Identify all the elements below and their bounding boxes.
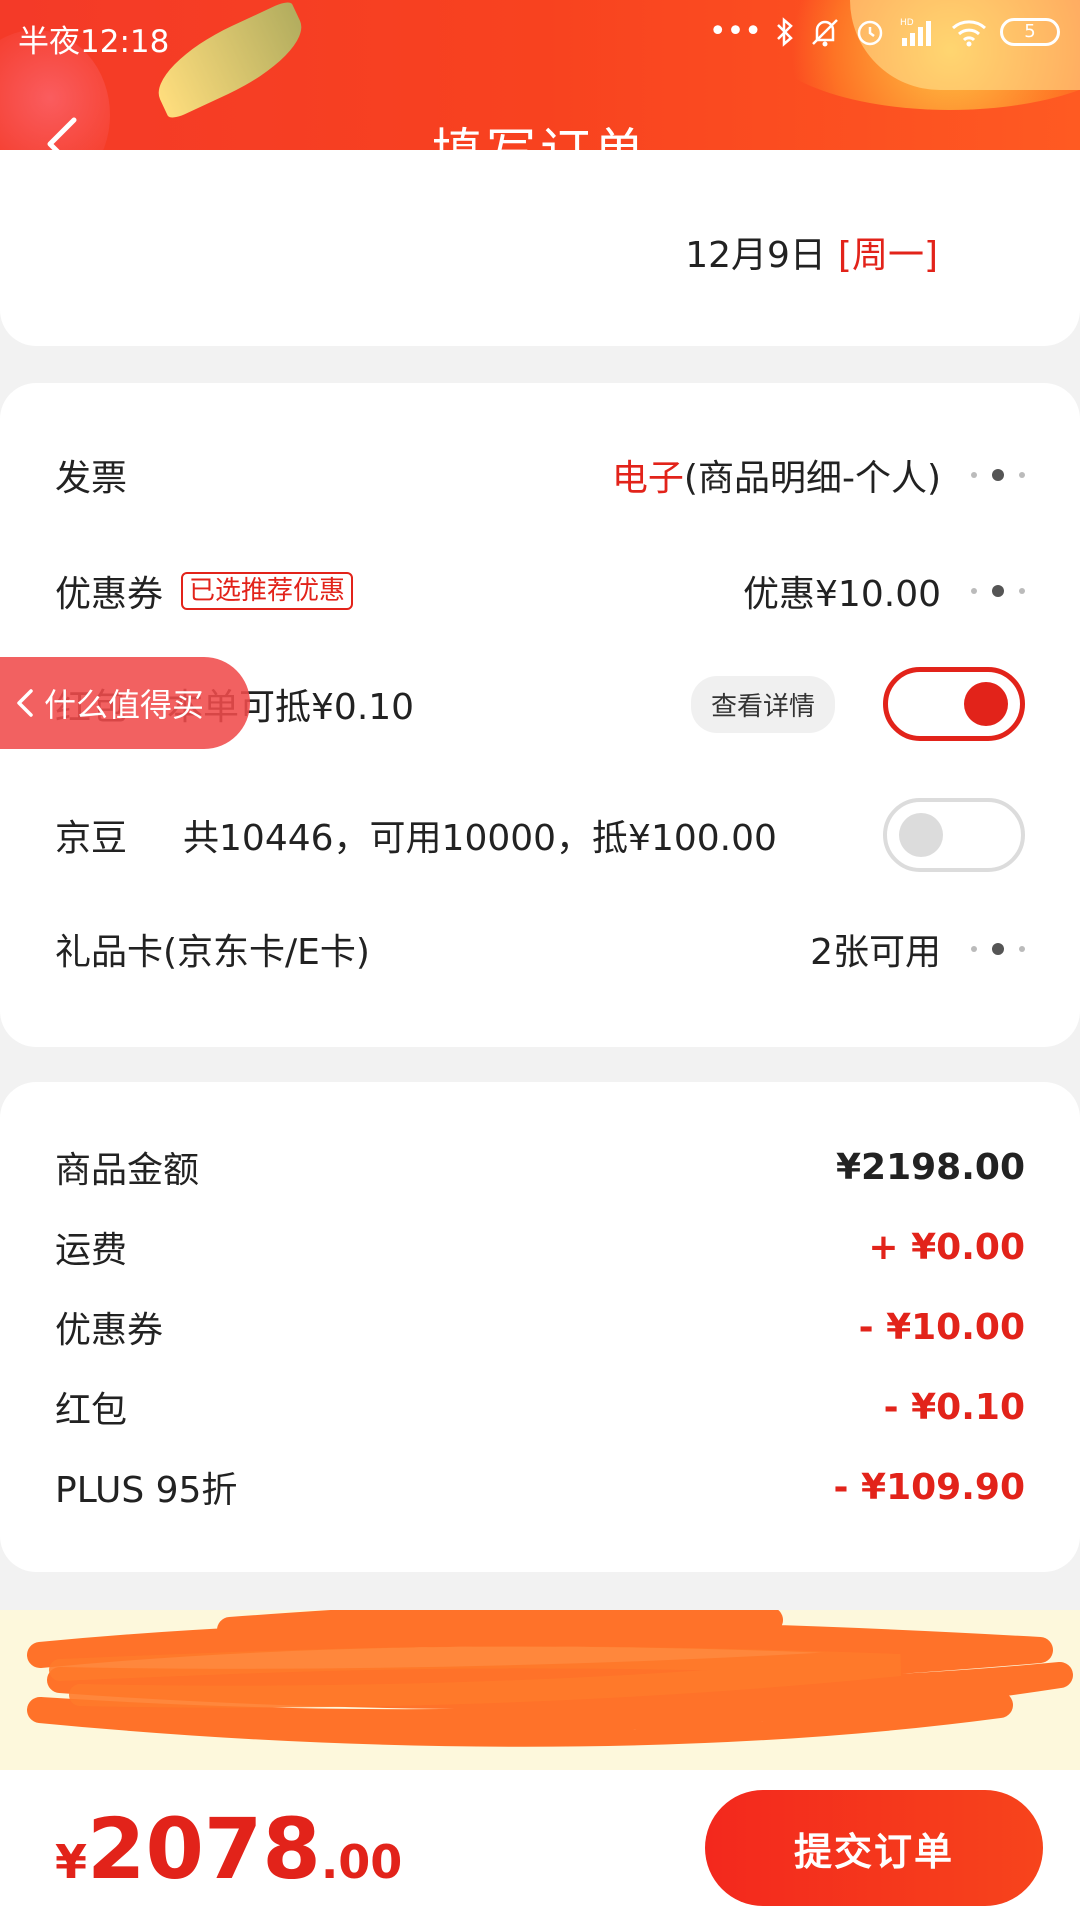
more-icon [971, 465, 1025, 485]
submit-order-button[interactable]: 提交订单 [705, 1790, 1043, 1906]
coupon-value: 优惠¥10.00 [743, 574, 941, 615]
amount-label: 运费 [55, 1230, 128, 1271]
more-icon [971, 581, 1025, 601]
invoice-row[interactable]: 发票 电子(商品明细-个人) [55, 445, 1025, 505]
toggle-knob [964, 682, 1008, 726]
gift-card-value: 2张可用 [810, 932, 941, 973]
amount-row: 红包 - ¥0.10 [55, 1377, 1025, 1437]
order-total: ¥2078.00 [55, 1800, 402, 1898]
invoice-value: 电子(商品明细-个人) [612, 449, 941, 501]
coupon-recommended-tag: 已选推荐优惠 [181, 572, 354, 610]
battery-level: 5 [1024, 21, 1036, 42]
alarm-icon [857, 20, 883, 45]
total-currency: ¥ [55, 1835, 88, 1889]
checkout-bar: ¥2078.00 提交订单 [0, 1770, 1080, 1920]
bluetooth-icon [777, 16, 793, 47]
amount-label: PLUS 95折 [55, 1470, 238, 1511]
delivery-date-text: 12月9日 [685, 235, 826, 276]
gift-card-row[interactable]: 礼品卡(京东卡/E卡) 2张可用 [55, 919, 1025, 979]
status-bar: 半夜12:18 ••• HD 5 [0, 0, 1080, 70]
smzdm-float-button[interactable]: 什么值得买 [0, 657, 250, 749]
coupon-row[interactable]: 优惠券 已选推荐优惠 优惠¥10.00 [55, 561, 1025, 621]
invoice-label: 发票 [55, 458, 128, 499]
jingdou-row: 京豆 共10446，可用10000，抵¥100.00 [55, 798, 1025, 872]
coupon-label: 优惠券 [55, 574, 164, 615]
amount-value: + ¥0.00 [868, 1226, 1025, 1268]
red-packet-toggle[interactable] [883, 667, 1025, 741]
wifi-icon [952, 19, 986, 46]
mute-bell-icon [812, 18, 838, 46]
notice-bar [0, 1610, 1080, 1770]
chevron-left-icon [17, 689, 33, 717]
delivery-date: 12月9日 [周一] [685, 226, 938, 278]
jingdou-toggle[interactable] [883, 798, 1025, 872]
amount-label: 优惠券 [55, 1310, 164, 1351]
signal-icon: HD [900, 18, 931, 46]
jingdou-label: 京豆 [55, 818, 128, 859]
smzdm-float-label: 什么值得买 [44, 686, 205, 724]
delivery-card: 12月9日 [周一] [0, 150, 1080, 346]
total-decimal: .00 [320, 1835, 403, 1889]
toggle-knob [899, 813, 943, 857]
amount-row: 运费 + ¥0.00 [55, 1217, 1025, 1277]
battery-icon: 5 [1000, 17, 1060, 46]
total-integer: 2078 [87, 1800, 321, 1898]
more-icon [971, 939, 1025, 959]
jingdou-detail: 共10446，可用10000，抵¥100.00 [183, 818, 777, 859]
amount-value: - ¥10.00 [858, 1306, 1025, 1348]
view-details-button[interactable]: 查看详情 [690, 675, 835, 733]
more-dots-icon: ••• [708, 14, 762, 49]
status-icons: ••• HD 5 [709, 14, 1060, 49]
invoice-type: 电子 [611, 458, 684, 499]
price-summary-card: 商品金额 ¥2198.00 运费 + ¥0.00 优惠券 - ¥10.00 红包… [0, 1082, 1080, 1572]
amount-value: ¥2198.00 [835, 1146, 1025, 1188]
amount-value: - ¥109.90 [833, 1466, 1025, 1508]
scribble-redaction [27, 1610, 1073, 1747]
amount-label: 商品金额 [55, 1150, 200, 1191]
amount-value: - ¥0.10 [883, 1386, 1025, 1428]
amount-row: 商品金额 ¥2198.00 [55, 1137, 1025, 1197]
amount-label: 红包 [55, 1390, 128, 1431]
amount-row: PLUS 95折 - ¥109.90 [55, 1457, 1025, 1517]
invoice-detail: (商品明细-个人) [683, 458, 941, 499]
status-time: 半夜12:18 [18, 24, 170, 60]
amount-row: 优惠券 - ¥10.00 [55, 1297, 1025, 1357]
delivery-weekday: [周一] [837, 235, 938, 276]
gift-card-label: 礼品卡(京东卡/E卡) [55, 932, 370, 973]
svg-text:HD: HD [900, 18, 914, 28]
